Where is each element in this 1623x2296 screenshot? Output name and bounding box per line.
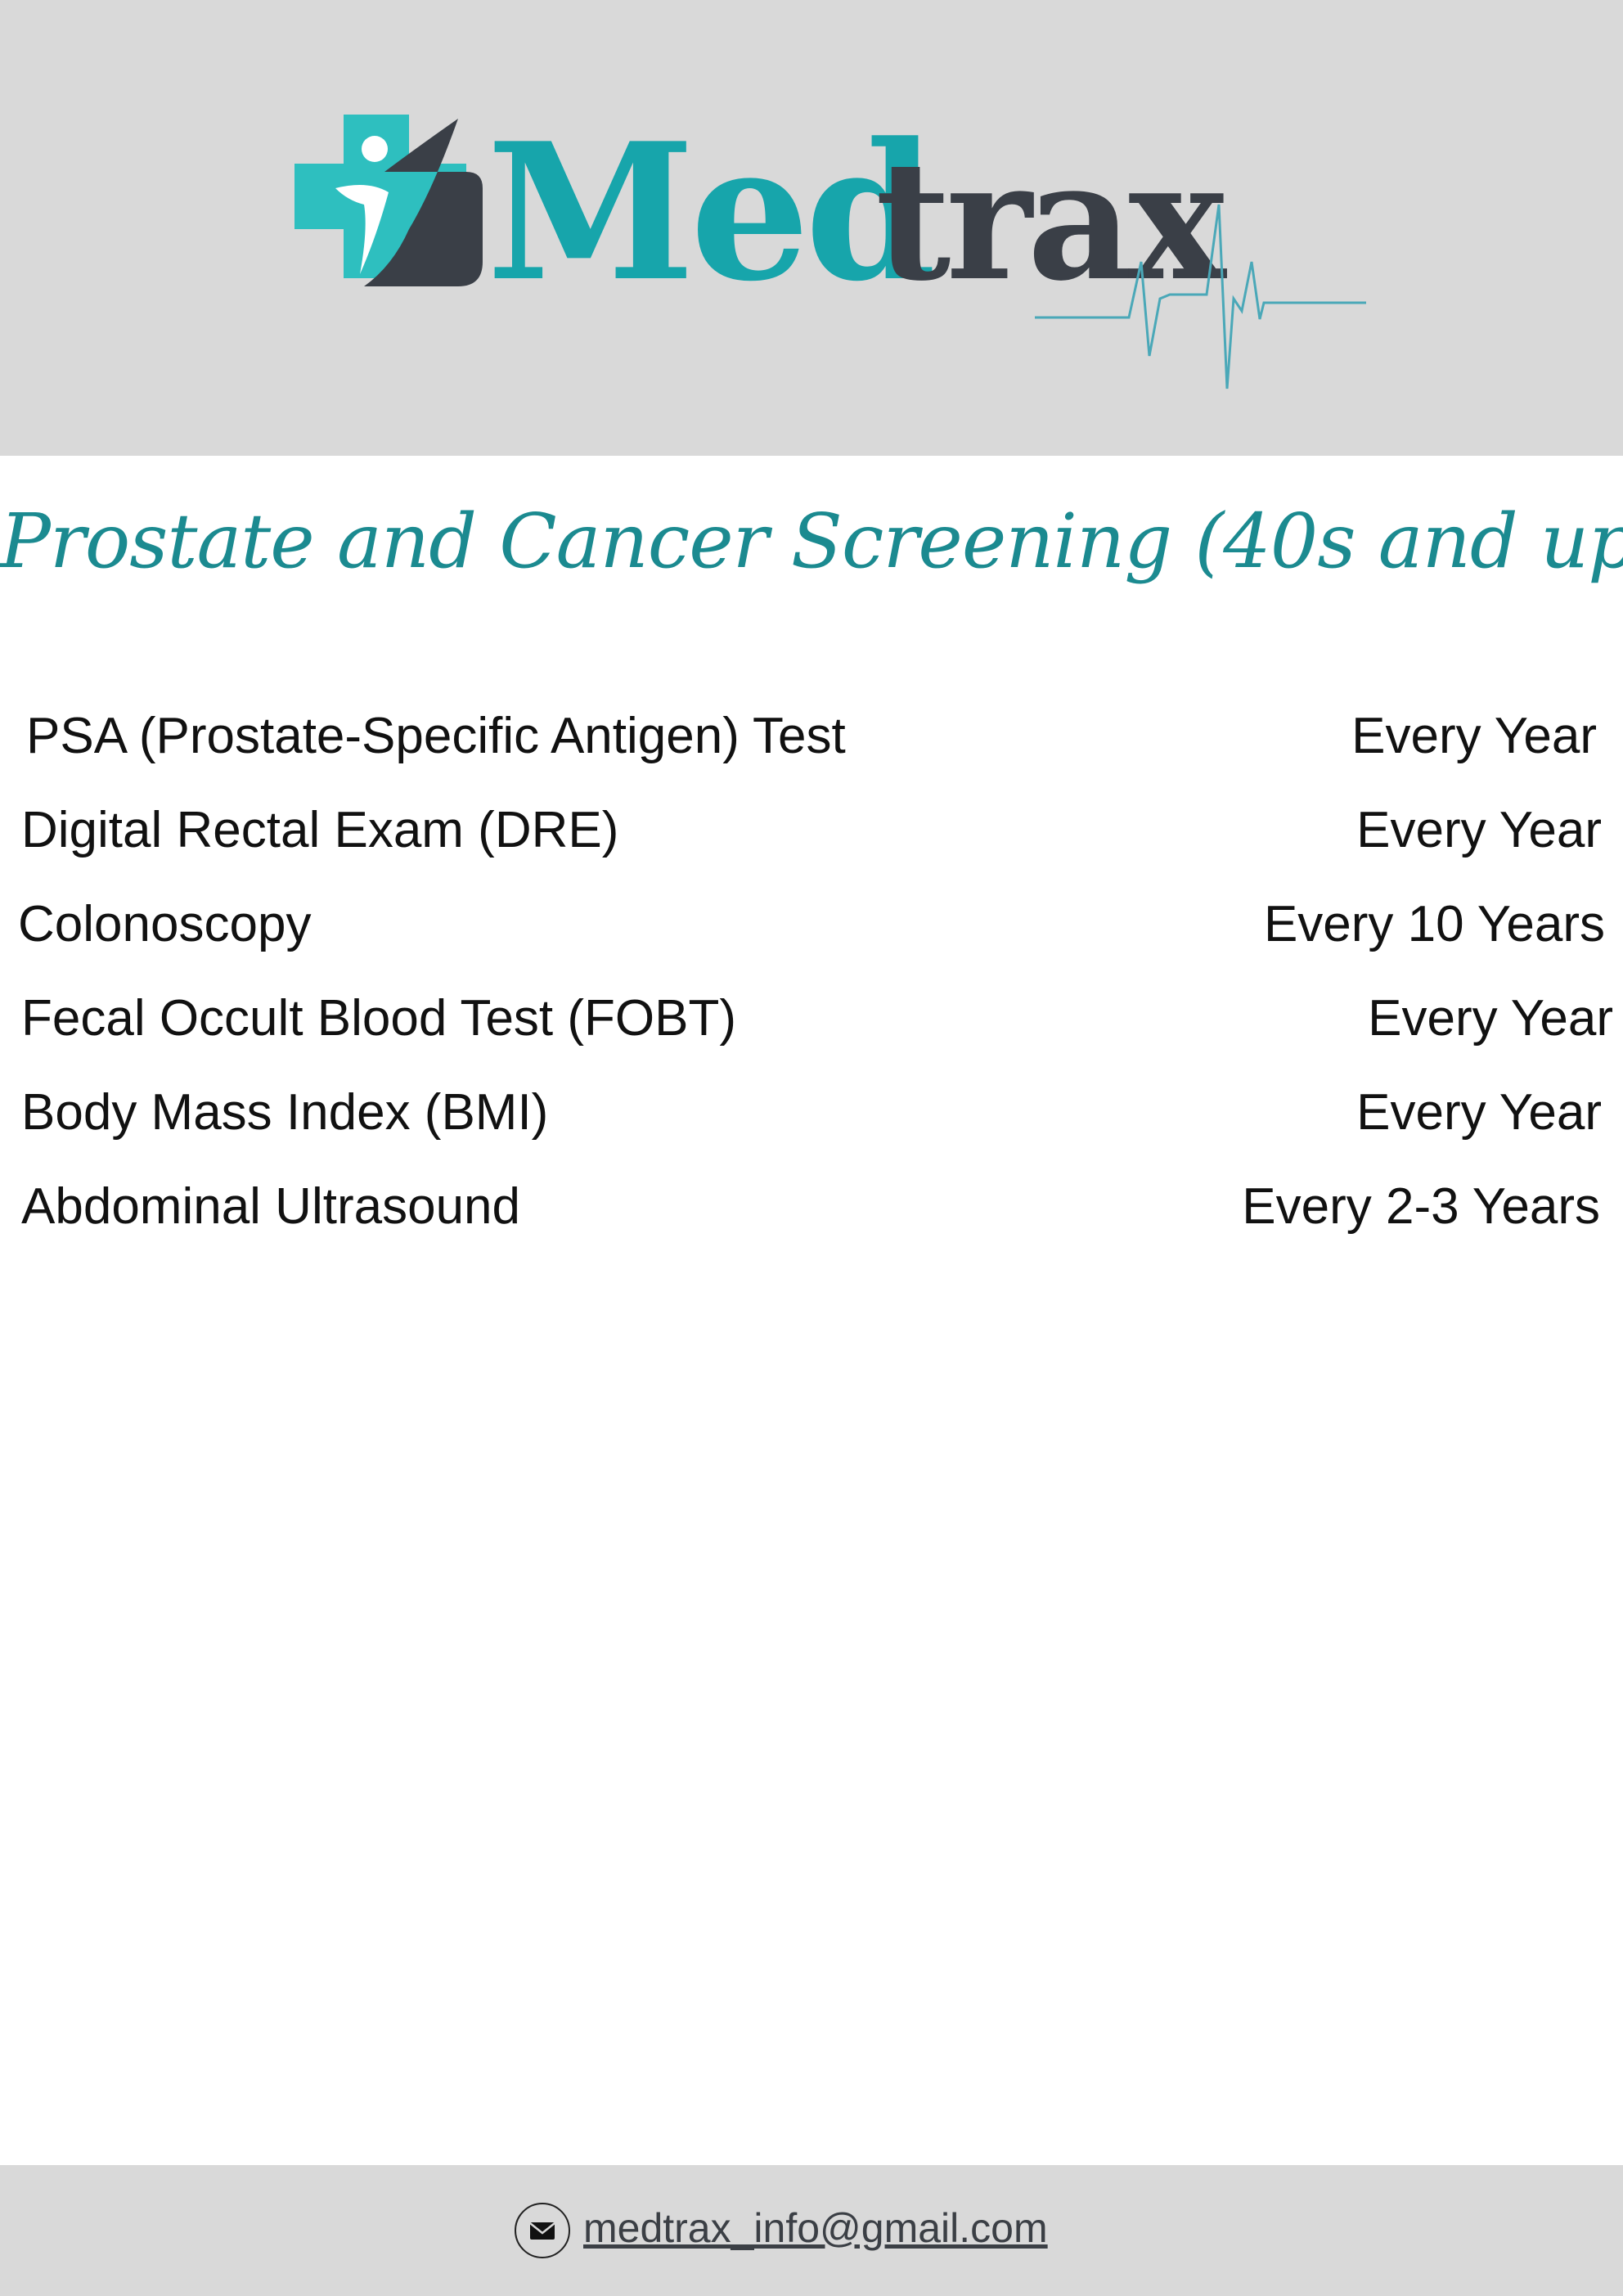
screening-test: Abdominal Ultrasound bbox=[21, 1178, 521, 1235]
screening-test: Digital Rectal Exam (DRE) bbox=[21, 802, 619, 858]
screening-test: PSA (Prostate-Specific Antigen) Test bbox=[26, 708, 846, 764]
screening-frequency: Every Year bbox=[1356, 802, 1602, 858]
logo-trax-text: trax bbox=[875, 125, 1227, 317]
screening-row: Body Mass Index (BMI) Every Year bbox=[0, 1080, 1623, 1146]
screening-row: Digital Rectal Exam (DRE) Every Year bbox=[0, 798, 1623, 863]
footer: medtrax_info@gmail.com bbox=[0, 2165, 1623, 2296]
medical-cross-figure-icon bbox=[294, 115, 483, 286]
screening-frequency: Every Year bbox=[1351, 708, 1597, 764]
logo-med-text: Med bbox=[487, 102, 933, 323]
screening-frequency: Every Year bbox=[1368, 990, 1613, 1047]
header-banner: Med trax bbox=[0, 0, 1623, 456]
screening-frequency: Every Year bbox=[1356, 1084, 1602, 1141]
screening-row: Colonoscopy Every 10 Years bbox=[0, 892, 1623, 957]
medtrax-logo: Med trax bbox=[286, 98, 1366, 409]
screening-test: Colonoscopy bbox=[18, 896, 312, 952]
page-title: Prostate and Cancer Screening (40s and u… bbox=[0, 497, 1623, 585]
email-link[interactable]: medtrax_info@gmail.com bbox=[583, 2199, 1048, 2257]
screening-test: Body Mass Index (BMI) bbox=[21, 1084, 549, 1141]
screening-test: Fecal Occult Blood Test (FOBT) bbox=[21, 990, 736, 1047]
screening-row: Abdominal Ultrasound Every 2-3 Years bbox=[0, 1174, 1623, 1240]
envelope-icon bbox=[514, 2202, 571, 2259]
screening-row: Fecal Occult Blood Test (FOBT) Every Yea… bbox=[0, 986, 1623, 1051]
screening-row: PSA (Prostate-Specific Antigen) Test Eve… bbox=[0, 704, 1623, 769]
page: Med trax Prostate and Cancer Screening (… bbox=[0, 0, 1623, 2296]
screening-frequency: Every 2-3 Years bbox=[1242, 1178, 1600, 1235]
screening-frequency: Every 10 Years bbox=[1263, 896, 1605, 952]
